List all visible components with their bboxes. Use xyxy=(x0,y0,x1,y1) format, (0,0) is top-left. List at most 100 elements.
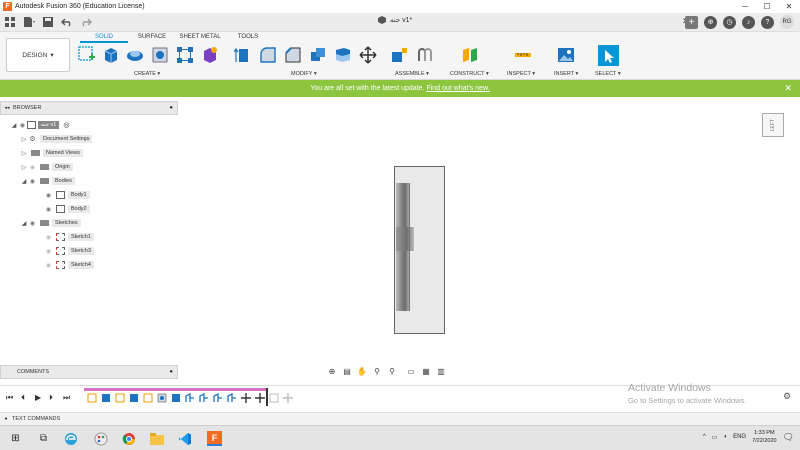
job-status-icon[interactable]: ◷ xyxy=(723,15,736,29)
redo-icon[interactable] xyxy=(80,16,92,28)
help-button[interactable]: ? xyxy=(761,15,774,29)
comments-panel-header[interactable]: COMMENTS ● xyxy=(0,365,178,379)
tab-tools[interactable]: TOOLS xyxy=(224,34,272,43)
timeline-press-pull-feature[interactable] xyxy=(212,392,224,404)
viewports-icon[interactable]: ▥ xyxy=(435,366,447,377)
expand-toggle[interactable]: ◢ xyxy=(10,122,18,129)
look-at-icon[interactable]: ▤ xyxy=(341,366,353,377)
new-tab-button[interactable]: + xyxy=(685,15,698,29)
undo-icon[interactable] xyxy=(61,16,73,28)
whats-new-link[interactable]: Find out what's new. xyxy=(426,85,489,92)
text-commands-toggle-icon[interactable]: ● xyxy=(0,416,12,422)
joint-icon[interactable] xyxy=(416,46,434,64)
task-view-icon[interactable]: ⧉ xyxy=(36,431,51,446)
tree-item-sketch1[interactable]: ◉ Sketch1 xyxy=(44,231,94,243)
timeline-settings-gear-icon[interactable]: ⚙ xyxy=(783,391,791,402)
save-icon[interactable] xyxy=(42,16,54,28)
visibility-eye-icon[interactable]: ◉ xyxy=(44,192,53,199)
pan-hand-icon[interactable]: ✋ xyxy=(356,366,368,377)
pin-browser-icon[interactable]: ● xyxy=(169,105,173,111)
timeline-sketch-feature[interactable] xyxy=(114,392,126,404)
construct-group-label[interactable]: CONSTRUCT ▾ xyxy=(450,71,489,77)
visibility-eye-icon[interactable]: ◉ xyxy=(28,178,37,185)
timeline-next-button[interactable]: ⏵ xyxy=(49,393,53,403)
tree-item-bodies[interactable]: ◢ ◉ Bodies xyxy=(20,175,75,187)
create-sketch-icon[interactable] xyxy=(78,46,96,64)
tree-item-sketch3[interactable]: ◉ Sketch3 xyxy=(44,245,94,257)
revolve-icon[interactable] xyxy=(126,46,144,64)
select-group-label[interactable]: SELECT ▾ xyxy=(595,71,621,77)
tree-item-origin[interactable]: ▷ ◉ Origin xyxy=(20,161,73,173)
display-settings-icon[interactable]: ▭ xyxy=(405,366,417,377)
create-form-icon[interactable] xyxy=(201,46,219,64)
visibility-eye-icon[interactable]: ◉ xyxy=(28,220,37,227)
fillet-icon[interactable] xyxy=(259,46,277,64)
modify-group-label[interactable]: MODIFY ▾ xyxy=(291,71,317,77)
expand-toggle[interactable]: ▷ xyxy=(20,150,28,157)
offset-plane-icon[interactable] xyxy=(461,46,479,64)
timeline-press-pull-feature[interactable] xyxy=(184,392,196,404)
assemble-group-label[interactable]: ASSEMBLE ▾ xyxy=(395,71,429,77)
inspect-group-label[interactable]: INSPECT ▾ xyxy=(507,71,535,77)
create-group-label[interactable]: CREATE ▾ xyxy=(134,71,160,77)
minimize-button[interactable]: ─ xyxy=(734,0,756,13)
fusion-360-taskbar-icon[interactable]: F xyxy=(207,431,222,446)
timeline-extrude-feature[interactable] xyxy=(128,392,140,404)
timeline-hole-feature[interactable] xyxy=(156,392,168,404)
visibility-eye-icon[interactable]: ◉ xyxy=(44,206,53,213)
windows-start-icon[interactable]: ⊞ xyxy=(8,431,23,446)
expand-toggle[interactable]: ◢ xyxy=(20,220,28,227)
edge-browser-icon[interactable] xyxy=(63,431,78,446)
model-body-side-view[interactable] xyxy=(394,166,445,334)
visibility-eye-icon[interactable]: ◉ xyxy=(44,248,53,255)
document-tab[interactable]: جنه v1* xyxy=(378,16,412,24)
timeline-first-button[interactable]: ⏮ xyxy=(6,393,13,403)
timeline-extrude-feature[interactable] xyxy=(100,392,112,404)
orbit-icon[interactable]: ⊕ xyxy=(326,366,338,377)
tab-sheet-metal[interactable]: SHEET METAL xyxy=(176,34,224,43)
timeline-previous-button[interactable]: ⏴ xyxy=(21,393,25,403)
timeline-last-button[interactable]: ⏭ xyxy=(63,393,70,403)
visibility-eye-icon[interactable]: ◉ xyxy=(18,122,27,129)
extensions-icon[interactable]: ⊕ xyxy=(704,15,717,29)
tab-solid[interactable]: SOLID xyxy=(80,34,128,43)
timeline-marker[interactable] xyxy=(266,388,268,406)
paint-icon[interactable] xyxy=(93,431,108,446)
tree-item-root[interactable]: ◢ ◉ جنه v1 ◎ xyxy=(10,119,69,131)
timeline-suppressed-move-feature[interactable] xyxy=(282,392,294,404)
show-hidden-icons-button[interactable]: ^ xyxy=(703,434,706,440)
close-button[interactable]: ✕ xyxy=(778,0,800,13)
shell-icon[interactable] xyxy=(309,46,327,64)
input-language-indicator[interactable]: ENG xyxy=(733,434,746,440)
hole-icon[interactable] xyxy=(151,46,169,64)
chrome-browser-icon[interactable] xyxy=(121,431,136,446)
tab-surface[interactable]: SURFACE xyxy=(128,34,176,43)
select-icon[interactable] xyxy=(598,45,619,66)
zoom-icon[interactable]: ⚲ xyxy=(371,366,383,377)
timeline-move-feature[interactable] xyxy=(254,392,266,404)
grid-settings-icon[interactable]: ▦ xyxy=(420,366,432,377)
new-component-icon[interactable] xyxy=(391,46,409,64)
timeline-play-button[interactable]: ▶ xyxy=(35,393,41,402)
timeline-sketch-feature[interactable] xyxy=(142,392,154,404)
expand-toggle[interactable]: ▷ xyxy=(20,164,28,171)
visual-studio-code-icon[interactable] xyxy=(177,431,192,446)
visibility-eye-icon[interactable]: ◉ xyxy=(28,164,37,171)
tree-item-body2[interactable]: ◉ Body2 xyxy=(44,203,90,215)
file-explorer-icon[interactable] xyxy=(149,431,164,446)
insert-group-label[interactable]: INSERT ▾ xyxy=(554,71,578,77)
timeline-suppressed-sketch-feature[interactable] xyxy=(268,392,280,404)
activate-radio-icon[interactable]: ◎ xyxy=(63,121,69,129)
text-commands-bar[interactable]: ● TEXT COMMANDS xyxy=(0,412,800,425)
pin-comments-icon[interactable]: ● xyxy=(169,369,173,375)
collapse-browser-icon[interactable]: ◂◂ xyxy=(1,105,13,111)
press-pull-icon[interactable] xyxy=(234,46,252,64)
insert-image-icon[interactable] xyxy=(557,46,575,64)
browser-panel-header[interactable]: ◂◂ BROWSER ● xyxy=(0,101,178,115)
timeline-extrude-feature[interactable] xyxy=(170,392,182,404)
timeline-press-pull-feature[interactable] xyxy=(198,392,210,404)
system-clock[interactable]: 1:33 PM 7/22/2020 xyxy=(752,429,776,445)
extrude-icon[interactable] xyxy=(102,46,120,64)
data-panel-grid-icon[interactable] xyxy=(4,16,16,28)
tree-item-body1[interactable]: ◉ Body1 xyxy=(44,189,90,201)
